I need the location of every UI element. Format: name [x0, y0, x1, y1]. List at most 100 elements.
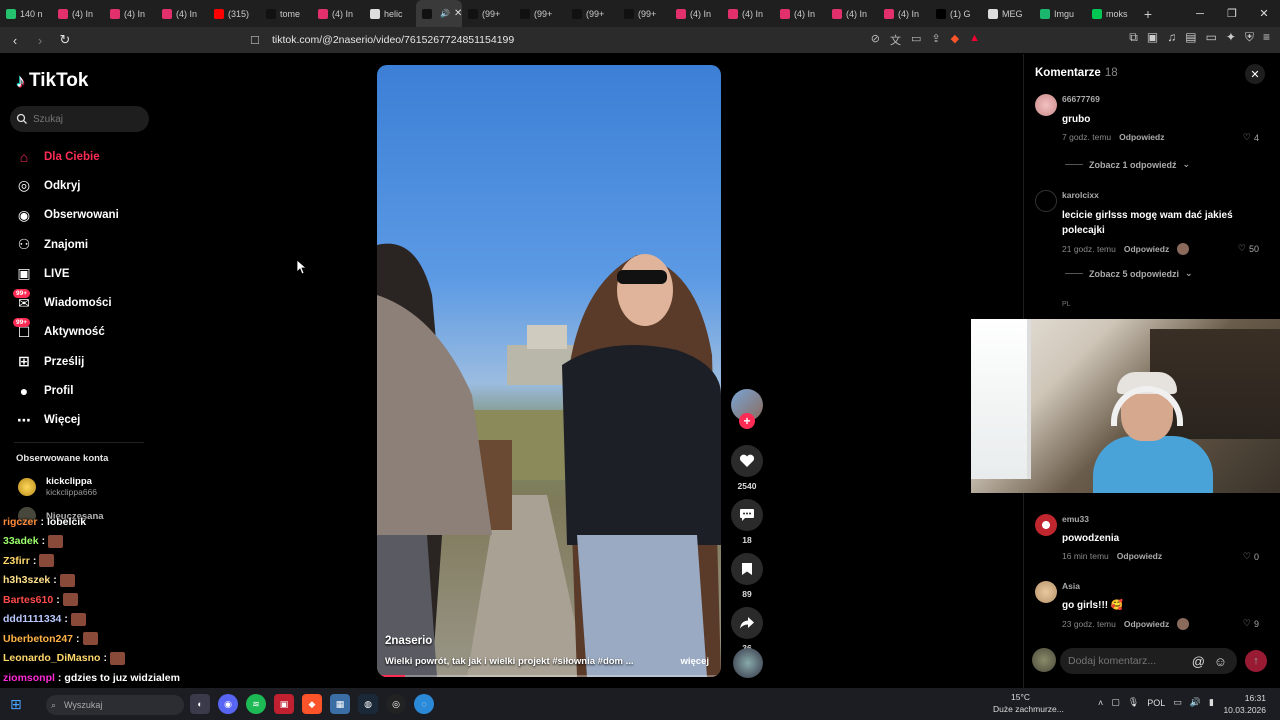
tab-audio-icon[interactable]: 🔊 — [440, 9, 450, 18]
brave-icon[interactable]: ◆ — [302, 694, 322, 714]
comment-button[interactable] — [731, 499, 763, 531]
url-text[interactable]: tiktok.com/@2naserio/video/7615267724851… — [272, 34, 514, 46]
mention-icon[interactable]: @ — [1192, 654, 1205, 669]
menu-icon[interactable]: ≡ — [1263, 30, 1270, 45]
comment-like-button[interactable]: ♡ 4 — [1243, 132, 1259, 143]
browser-tab[interactable]: (4) In — [826, 0, 878, 27]
weather-widget[interactable]: 15°C Duże zachmurze... — [993, 691, 1064, 715]
comment-user[interactable]: Asia — [1062, 581, 1080, 591]
address-bar[interactable]: ☐ tiktok.com/@2naserio/video/76152677248… — [244, 29, 992, 51]
microphone-icon[interactable]: 🎙 — [1128, 697, 1139, 708]
browser-tab[interactable]: helic — [364, 0, 416, 27]
browser-tab[interactable]: (1) G — [930, 0, 982, 27]
browser-tab[interactable]: moks — [1086, 0, 1138, 27]
view-replies-button[interactable]: Zobacz 1 odpowiedź ⌄ — [1065, 159, 1190, 170]
battery-icon[interactable]: ▮ — [1209, 697, 1214, 708]
leo-ai-icon[interactable]: ✦ — [1226, 30, 1236, 45]
browser-tab[interactable]: MEG — [982, 0, 1034, 27]
steam-icon[interactable]: ◍ — [358, 694, 378, 714]
tab-close-icon[interactable]: ✕ — [454, 8, 462, 19]
follow-plus-icon[interactable]: + — [739, 413, 755, 429]
search-input[interactable] — [33, 113, 133, 125]
browser-tab[interactable]: (4) In — [878, 0, 930, 27]
browser-tab[interactable]: (4) In — [52, 0, 104, 27]
browser-tab[interactable]: (99+ — [514, 0, 566, 27]
chevron-up-icon[interactable]: ˄ — [1098, 698, 1103, 708]
browser-tab[interactable]: (4) In — [774, 0, 826, 27]
video-progress-track[interactable] — [377, 675, 721, 677]
vpn-tray-icon[interactable]: ▢ — [1111, 697, 1120, 708]
browser-tab[interactable]: (4) In — [104, 0, 156, 27]
no-camera-icon[interactable]: ⊘ — [871, 32, 880, 48]
browser-tab[interactable]: tome — [260, 0, 312, 27]
share-button[interactable] — [731, 607, 763, 639]
bookmark-icon[interactable]: ☐ — [250, 34, 260, 47]
browser-tab[interactable]: (4) In — [722, 0, 774, 27]
sidebar-icon[interactable]: ▤ — [1185, 30, 1196, 45]
new-tab-button[interactable]: + — [1138, 6, 1158, 22]
emoji-icon[interactable]: ☺ — [1214, 654, 1227, 669]
vpn-icon[interactable]: ⛨ — [1245, 30, 1254, 45]
sidebar-item[interactable]: ⚇ Znajomi — [14, 230, 154, 259]
share-icon[interactable]: ⇪ — [931, 32, 940, 48]
browser-tab[interactable]: 140 n — [0, 0, 52, 27]
browser-tab[interactable]: (315) — [208, 0, 260, 27]
discord-icon[interactable]: ◉ — [218, 694, 238, 714]
avatar[interactable] — [1035, 94, 1057, 116]
browser-tab[interactable]: (99+ — [618, 0, 670, 27]
sidebar-item[interactable]: ▣ LIVE — [14, 259, 154, 288]
display-icon[interactable]: ▭ — [1173, 697, 1182, 708]
sidebar-item[interactable]: ☐ 99+ Aktywność — [13, 318, 154, 347]
extensions-icon[interactable]: ⧉ — [1129, 30, 1138, 45]
avatar[interactable] — [1035, 581, 1057, 603]
avatar[interactable] — [1035, 514, 1057, 536]
sidebar-item[interactable]: ⋯ Więcej — [14, 406, 154, 435]
forward-button[interactable]: › — [30, 30, 50, 50]
search-box[interactable] — [10, 106, 149, 132]
brave-shield-icon[interactable]: ◆ — [951, 32, 959, 48]
browser-tab[interactable]: (99+ — [462, 0, 514, 27]
wallet-icon[interactable]: ▭ — [1206, 30, 1217, 45]
spotify-icon[interactable]: ≋ — [246, 694, 266, 714]
sidebar-item[interactable]: ● Profil — [14, 376, 154, 405]
save-button[interactable] — [731, 553, 763, 585]
video-progress-bar[interactable] — [377, 675, 405, 677]
comment-like-button[interactable]: ♡ 50 — [1238, 243, 1259, 254]
close-comments-button[interactable]: ✕ — [1245, 64, 1265, 84]
windows-start-icon[interactable]: ⊞ — [10, 696, 22, 713]
comment-like-button[interactable]: ♡ 9 — [1243, 618, 1259, 629]
view-replies-button[interactable]: Zobacz 5 odpowiedzi ⌄ — [1065, 268, 1193, 279]
meeting-app-icon[interactable]: ▣ — [274, 694, 294, 714]
followed-account[interactable]: kickclippa kickclippa666 — [18, 476, 97, 497]
music-icon[interactable]: ♫ — [1167, 30, 1176, 45]
send-comment-button[interactable]: ↑ — [1245, 650, 1267, 672]
see-more-link[interactable]: więcej — [680, 656, 709, 667]
browser-tab[interactable]: 🔊 ✕ — [416, 0, 462, 27]
close-window-button[interactable]: ✕ — [1248, 0, 1280, 27]
browser-tab[interactable]: (4) In — [156, 0, 208, 27]
video-player[interactable]: 2naserio Wielki powrót, tak jak i wielki… — [377, 65, 721, 677]
comment-user[interactable]: emu33 — [1062, 514, 1089, 524]
reply-button[interactable]: Odpowiedz — [1119, 132, 1164, 142]
language-indicator[interactable]: POL — [1147, 698, 1165, 708]
like-button[interactable] — [731, 445, 763, 477]
sidebar-item[interactable]: ⊞ Prześlij — [14, 347, 154, 376]
comment-user[interactable]: karolcixx — [1062, 190, 1099, 200]
creator-avatar[interactable]: + — [731, 389, 763, 429]
back-button[interactable]: ‹ — [5, 30, 25, 50]
maximize-button[interactable]: ❐ — [1216, 0, 1248, 27]
sidebar-item[interactable]: ◎ Odkryj — [14, 171, 154, 200]
browser-tab[interactable]: (99+ — [566, 0, 618, 27]
reload-button[interactable]: ↻ — [55, 30, 75, 50]
volume-icon[interactable]: 🔊 — [1190, 697, 1201, 708]
brave-rewards-icon[interactable]: ▲ — [969, 32, 980, 48]
calculator-icon[interactable]: ▦ — [330, 694, 350, 714]
music-disc[interactable] — [733, 648, 763, 678]
sidebar-item[interactable]: ✉ 99+ Wiadomości — [13, 288, 154, 317]
sidebar-item[interactable]: ⌂ Dla Ciebie — [14, 142, 154, 171]
screenshot-icon[interactable]: ▣ — [1147, 30, 1158, 45]
clock[interactable]: 16:31 10.03.2026 — [1223, 692, 1266, 716]
comment-input[interactable] — [1068, 655, 1188, 667]
reply-button[interactable]: Odpowiedz — [1124, 619, 1169, 629]
comment-field[interactable]: @ ☺ — [1060, 648, 1237, 674]
